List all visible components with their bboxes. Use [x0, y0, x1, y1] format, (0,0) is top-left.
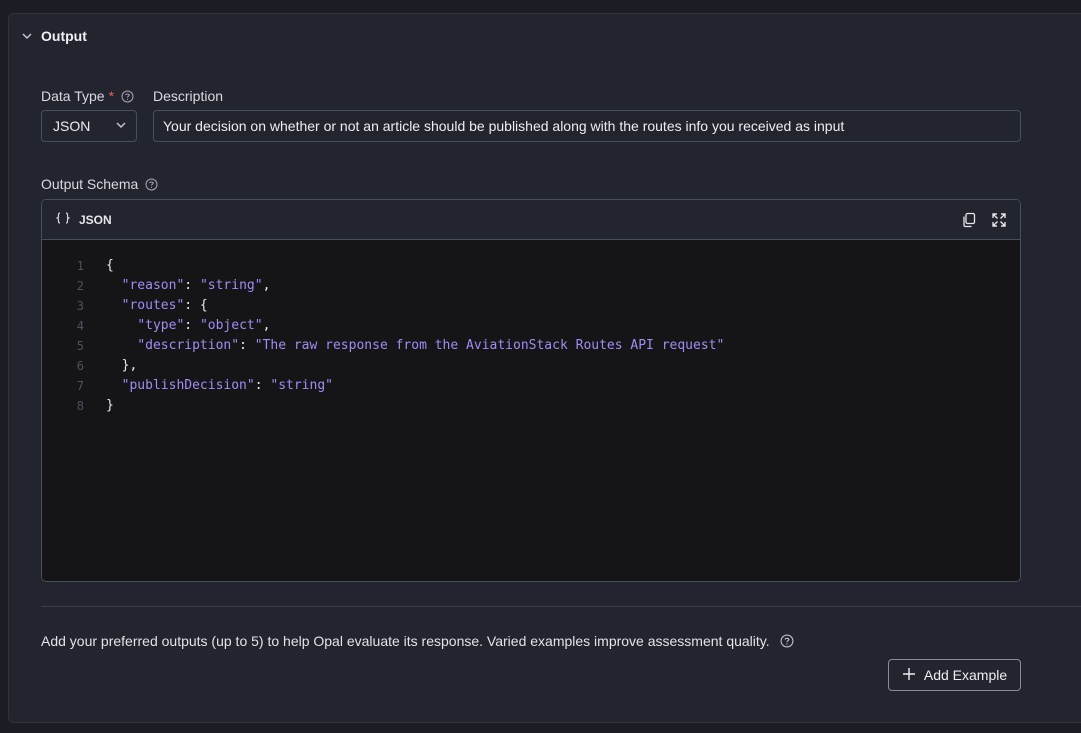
- code-line: 3 "routes": {: [42, 296, 1020, 316]
- required-mark: *: [108, 88, 115, 104]
- schema-editor[interactable]: JSON 1{2 "reason": "string", 3 "routes": …: [41, 199, 1021, 582]
- data-type-label: Data Type *: [41, 88, 134, 104]
- add-example-label: Add Example: [923, 667, 1008, 683]
- data-type-selected-value: JSON: [53, 118, 91, 134]
- editor-language-tag: JSON: [55, 212, 112, 227]
- code-token: "publishDecision": [121, 378, 255, 393]
- code-token: :: [254, 378, 271, 393]
- code-token: : {: [184, 298, 208, 313]
- code-token: ,: [262, 278, 271, 293]
- line-number: 7: [76, 379, 84, 393]
- add-example-button[interactable]: Add Example: [888, 659, 1021, 691]
- code-line: 7 "publishDecision": "string": [42, 376, 1020, 396]
- line-number: 6: [76, 359, 84, 373]
- expand-icon[interactable]: [990, 211, 1008, 229]
- data-type-select[interactable]: JSON: [41, 110, 137, 142]
- line-number: 4: [76, 319, 84, 333]
- code-line: 4 "type": "object",: [42, 316, 1020, 336]
- code-line: 6 },: [42, 356, 1020, 376]
- description-input[interactable]: [153, 110, 1021, 142]
- code-token: "description": [137, 338, 240, 353]
- line-number: 2: [76, 279, 84, 293]
- output-panel: Output Data Type* Description JSON Outpu…: [8, 13, 1081, 723]
- divider: [41, 606, 1081, 607]
- code-token: :: [239, 338, 255, 353]
- output-schema-label-text: Output Schema: [41, 176, 139, 192]
- examples-hint: Add your preferred outputs (up to 5) to …: [41, 633, 794, 649]
- help-circle-icon[interactable]: [780, 634, 794, 648]
- output-schema-label: Output Schema: [41, 176, 158, 192]
- code-token: {: [106, 258, 114, 273]
- chevron-down-icon: [115, 118, 127, 134]
- editor-header: JSON: [42, 200, 1020, 240]
- output-section-toggle[interactable]: Output: [21, 28, 87, 44]
- code-token: "object": [199, 318, 263, 333]
- code-token: },: [121, 358, 138, 373]
- code-token: ,: [262, 318, 271, 333]
- code-token: "string": [270, 378, 333, 393]
- code-token: :: [184, 278, 200, 293]
- section-title: Output: [41, 28, 87, 44]
- code-token: "routes": [121, 298, 185, 313]
- code-token: :: [184, 318, 200, 333]
- code-token: "string": [199, 278, 263, 293]
- code-token: }: [106, 398, 114, 413]
- help-circle-icon[interactable]: [121, 90, 134, 103]
- plus-icon: [902, 667, 916, 684]
- line-number: 5: [76, 339, 84, 353]
- code-line: 1{: [42, 256, 1020, 276]
- examples-hint-text: Add your preferred outputs (up to 5) to …: [41, 633, 770, 649]
- copy-icon[interactable]: [960, 211, 978, 229]
- code-token: "The raw response from the AviationStack…: [254, 338, 725, 353]
- editor-language-label: JSON: [79, 212, 112, 227]
- editor-toolbar: [960, 211, 1008, 229]
- code-line: 5 "description": "The raw response from …: [42, 336, 1020, 356]
- code-line: 8}: [42, 396, 1020, 416]
- description-label: Description: [153, 88, 224, 104]
- data-type-label-text: Data Type: [41, 88, 105, 104]
- code-token: "type": [137, 318, 185, 333]
- code-area[interactable]: 1{2 "reason": "string", 3 "routes": {4 "t…: [42, 240, 1020, 416]
- braces-icon: [55, 212, 71, 227]
- code-line: 2 "reason": "string",: [42, 276, 1020, 296]
- line-number: 8: [76, 399, 84, 413]
- line-number: 3: [76, 299, 84, 313]
- line-number: 1: [76, 259, 84, 273]
- chevron-down-icon: [21, 30, 33, 42]
- help-circle-icon[interactable]: [145, 178, 158, 191]
- code-token: "reason": [121, 278, 185, 293]
